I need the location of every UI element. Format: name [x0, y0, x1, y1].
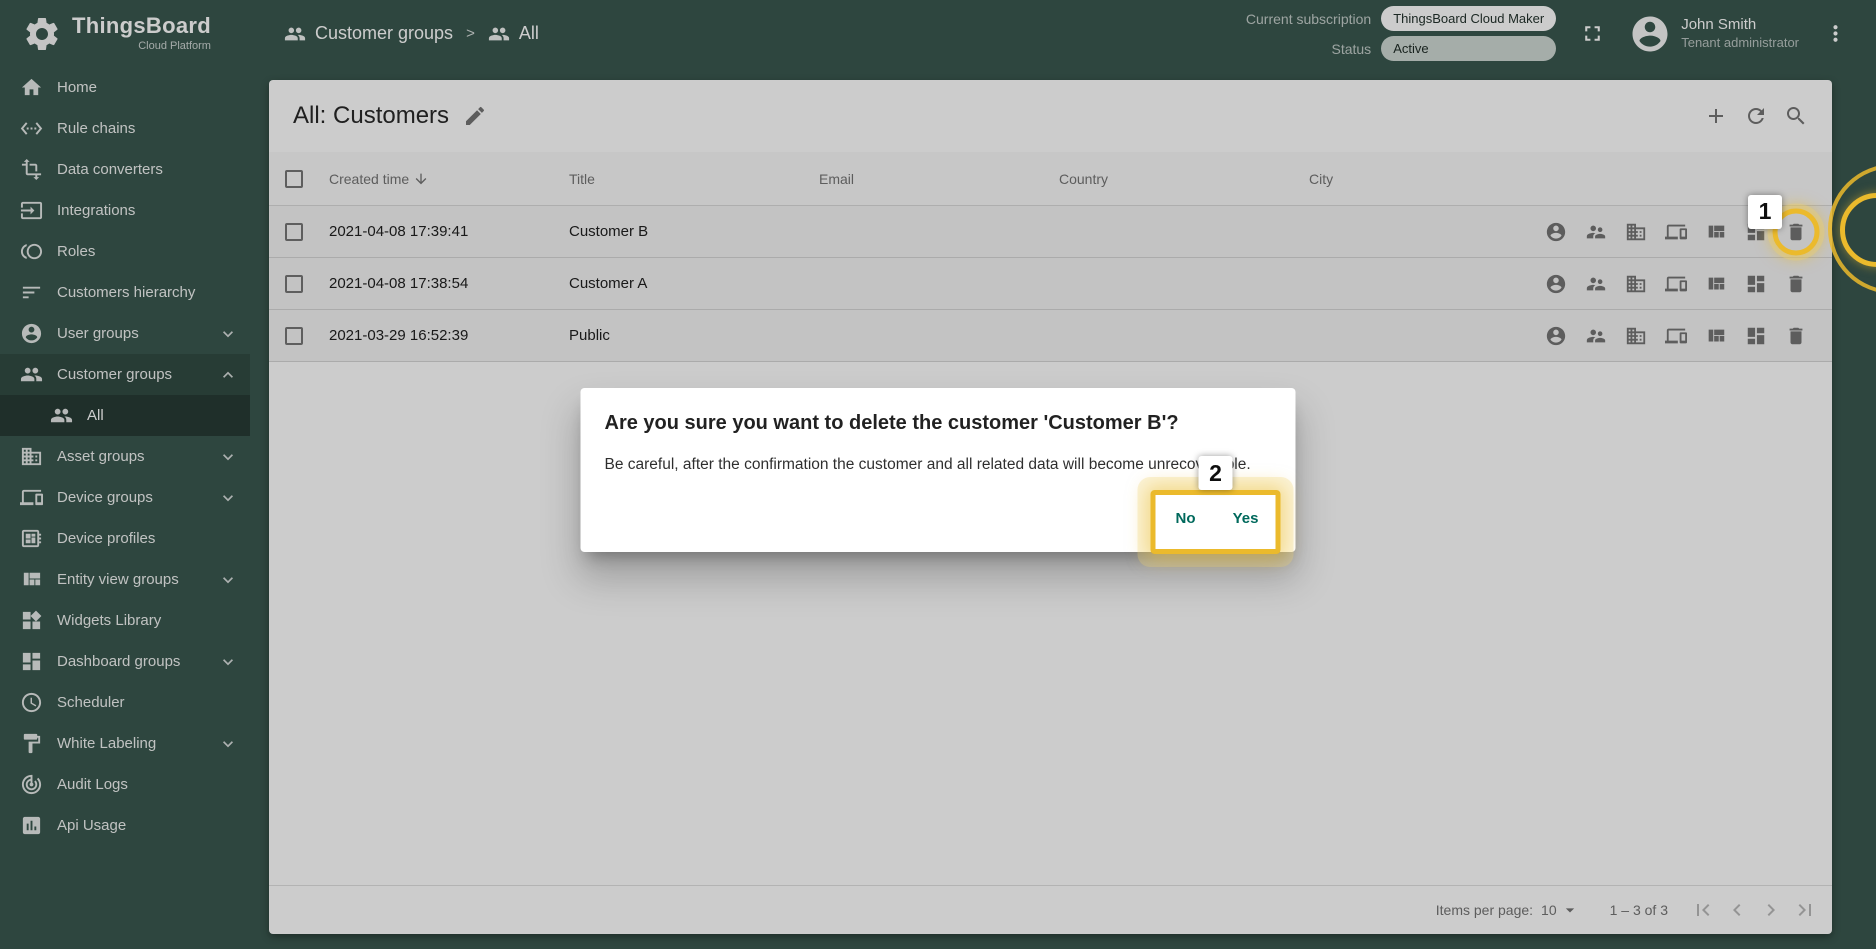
delete-confirm-dialog: Are you sure you want to delete the cust…: [580, 388, 1296, 554]
dialog-yes-button[interactable]: Yes: [1219, 500, 1272, 536]
dialog-message: Be careful, after the confirmation the c…: [604, 456, 1251, 473]
dialog-no-button[interactable]: No: [1159, 500, 1212, 536]
dialog-buttons: No Yes 2: [1150, 456, 1281, 554]
dialog-title: Are you sure you want to delete the cust…: [604, 412, 1179, 434]
